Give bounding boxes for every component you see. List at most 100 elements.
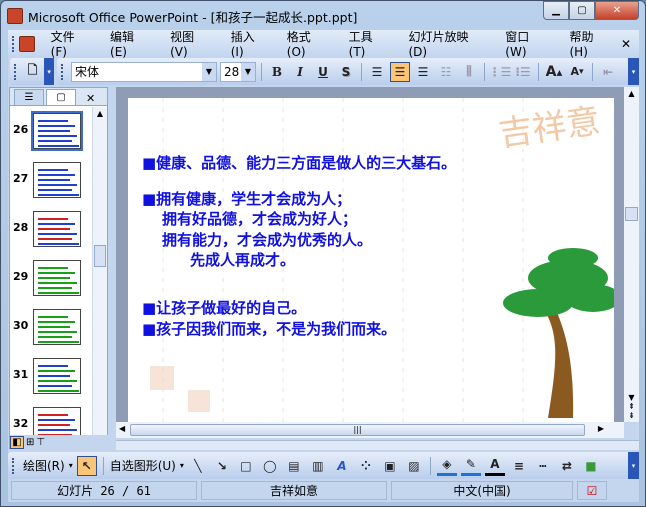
oval-icon[interactable]: ◯ <box>260 456 280 476</box>
menu-window[interactable]: 窗口(W) <box>495 28 559 59</box>
slide-text-line: 先成人再成才。 <box>190 251 296 269</box>
status-slide-number: 幻灯片 26 / 61 <box>11 481 197 500</box>
slide-thumbnail[interactable]: 29 <box>10 258 93 298</box>
toolbar-options[interactable]: ▾ <box>628 452 639 479</box>
slide-canvas[interactable]: 吉祥意 ■健康、品德、能力三方面是做人的三大基石。 ■拥有健康，学生才会成为人；… <box>128 98 614 422</box>
grip <box>14 63 17 80</box>
menu-edit[interactable]: 编辑(E) <box>100 28 160 59</box>
slide-number: 30 <box>13 319 29 332</box>
line-style-icon[interactable]: ≡ <box>509 456 529 476</box>
menu-insert[interactable]: 插入(I) <box>221 28 277 59</box>
line-color-icon[interactable]: ✎ <box>460 456 481 476</box>
chevron-down-icon[interactable]: ▼ <box>202 62 216 81</box>
divider <box>538 62 539 81</box>
menu-view[interactable]: 视图(V) <box>160 28 221 59</box>
thumbnail-image <box>33 358 81 394</box>
slide-thumbnail[interactable]: 31 <box>10 356 93 396</box>
vertical-scrollbar[interactable]: ▲ ▼ ⇞ ⇟ <box>624 87 639 422</box>
slide-thumbnail[interactable]: 28 <box>10 209 93 249</box>
menu-slideshow[interactable]: 幻灯片放映(D) <box>398 28 495 59</box>
close-button[interactable]: ✕ <box>595 1 639 20</box>
menu-tools[interactable]: 工具(T) <box>339 28 399 59</box>
select-pointer-icon[interactable]: ↖ <box>76 455 97 476</box>
decrease-font-icon[interactable]: A ▾ <box>567 62 587 82</box>
thumbnail-image <box>33 211 81 247</box>
underline-button[interactable]: U <box>313 62 333 82</box>
font-select[interactable]: 宋体 ▼ <box>71 61 217 82</box>
vertical-textbox-icon[interactable]: ▥ <box>308 456 328 476</box>
document-icon[interactable] <box>18 35 35 52</box>
fill-color-icon[interactable]: ◈ <box>436 456 457 476</box>
prev-next-slide-buttons: ▼ ⇞ ⇟ <box>628 393 635 420</box>
shadow-style-icon[interactable]: ■ <box>581 456 601 476</box>
textbox-icon[interactable]: ▤ <box>284 456 304 476</box>
dash-style-icon[interactable]: ┅ <box>533 456 553 476</box>
grip <box>12 457 15 474</box>
horizontal-scrollbar[interactable]: ◀ ||| ▶ <box>116 422 624 438</box>
vertical-text-icon[interactable]: ⫼ <box>459 62 479 82</box>
bullets-icon[interactable]: ⁝☰ <box>513 62 533 82</box>
slide-sorter-button[interactable]: ⊞ <box>26 437 34 448</box>
toolbar-options[interactable]: ▾ <box>628 58 639 85</box>
tab-slides[interactable]: ▢ <box>46 89 76 105</box>
arrow-icon[interactable]: ↘ <box>212 456 232 476</box>
slideshow-button[interactable]: ⊤ <box>36 437 45 448</box>
bold-button[interactable]: B <box>267 62 287 82</box>
rectangle-icon[interactable]: □ <box>236 456 256 476</box>
distribute-icon[interactable]: ☷ <box>436 62 456 82</box>
tab-outline[interactable]: ☰ <box>14 89 44 105</box>
slide-number: 32 <box>13 417 29 430</box>
wordart-icon[interactable]: A <box>332 456 352 476</box>
powerpoint-window: Microsoft Office PowerPoint - [和孩子一起成长.p… <box>0 0 646 507</box>
chevron-down-icon[interactable]: ▼ <box>241 62 255 81</box>
shadow-button[interactable]: S <box>336 62 356 82</box>
clipart-icon[interactable]: ▣ <box>380 456 400 476</box>
align-center-icon[interactable]: ☰ <box>390 61 410 82</box>
autoshapes-menu-button[interactable]: 自选图形(U) <box>110 457 176 474</box>
thumbnail-scrollbar[interactable]: ▲ ▼ <box>92 107 107 449</box>
drawing-toolbar: 绘图(R) ▾ ↖ 自选图形(U) ▾ ╲ ↘ □ ◯ ▤ ▥ A ⁘ ▣ ▨ ◈ … <box>8 452 639 479</box>
thumbnail-image <box>31 111 83 151</box>
notes-pane[interactable] <box>116 440 639 450</box>
close-pane-icon[interactable]: ✕ <box>86 92 95 105</box>
numbering-icon[interactable]: ⋮☰ <box>489 62 512 82</box>
slide-text-line: 拥有能力，才会成为优秀的人。 <box>162 231 373 249</box>
menu-file[interactable]: 文件(F) <box>41 28 100 59</box>
toolbar-options[interactable]: ▾ <box>44 58 54 85</box>
font-size-select[interactable]: 28 ▼ <box>220 61 256 82</box>
maximize-button[interactable]: ▢ <box>569 1 595 20</box>
slide-number: 31 <box>13 368 29 381</box>
align-left-icon[interactable]: ☰ <box>367 62 387 82</box>
decrease-indent-icon[interactable]: ⇤ <box>598 62 618 82</box>
slide-number: 26 <box>13 123 29 136</box>
formatting-toolbar: 宋体 ▼ 28 ▼ B I U S ☰ ☰ ☰ ☷ ⫼ ⋮☰ ⁝☰ A ▴ A ▾ ⇤ … <box>57 58 639 85</box>
slide-thumbnail[interactable]: 30 <box>10 307 93 347</box>
status-bar: 幻灯片 26 / 61 吉祥如意 中文(中国) ☑ <box>8 480 639 501</box>
title-bar: Microsoft Office PowerPoint - [和孩子一起成长.p… <box>7 5 357 27</box>
divider <box>429 456 431 475</box>
scroll-thumb[interactable]: ||| <box>130 424 585 436</box>
picture-icon[interactable]: ▨ <box>404 456 424 476</box>
new-icon[interactable]: 🗋 <box>24 62 42 82</box>
spelling-check-icon[interactable]: ☑ <box>577 481 607 500</box>
align-right-icon[interactable]: ☰ <box>413 62 433 82</box>
minimize-button[interactable]: ▁ <box>543 1 569 20</box>
divider <box>361 62 362 81</box>
line-icon[interactable]: ╲ <box>188 456 208 476</box>
menu-help[interactable]: 帮助(H) <box>560 28 621 59</box>
menu-format[interactable]: 格式(O) <box>277 28 339 59</box>
normal-view-button[interactable]: ◧ <box>10 436 24 449</box>
close-document-icon[interactable]: ✕ <box>621 37 631 51</box>
italic-button[interactable]: I <box>290 62 310 82</box>
slide-number: 28 <box>13 221 29 234</box>
font-color-icon[interactable]: A <box>484 456 505 476</box>
divider <box>261 62 262 81</box>
tree-trunk <box>546 310 574 418</box>
increase-font-icon[interactable]: A ▴ <box>544 62 564 82</box>
grip <box>61 63 64 80</box>
diagram-icon[interactable]: ⁘ <box>356 456 376 476</box>
slide-thumbnail[interactable]: 26 <box>10 111 93 151</box>
draw-menu-button[interactable]: 绘图(R) <box>23 457 65 474</box>
arrow-style-icon[interactable]: ⇄ <box>557 456 577 476</box>
slide-thumbnail[interactable]: 27 <box>10 160 93 200</box>
